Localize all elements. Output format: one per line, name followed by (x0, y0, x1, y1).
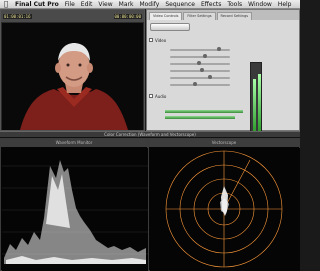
tab-video-controls[interactable]: Video Controls (149, 12, 183, 20)
waveform-monitor: Waveform Monitor (0, 138, 148, 271)
vectorscope-title: Vectorscope (149, 139, 299, 147)
waveform-title: Waveform Monitor (1, 139, 147, 147)
audio-level-2 (165, 116, 235, 119)
viewer-header: 01:00:01:16 00:00:00:00 (1, 10, 144, 22)
inspector-button[interactable] (150, 23, 190, 31)
menu-file[interactable]: File (62, 0, 78, 9)
audio-meter (250, 62, 262, 134)
audio-level-1 (165, 110, 243, 113)
scope-toolbar: Color Correction (Waveform and Vectorsco… (0, 131, 300, 138)
audio-checkbox[interactable] (149, 94, 153, 98)
viewer-window: 01:00:01:16 00:00:00:00 (0, 9, 145, 131)
menu-view[interactable]: View (95, 0, 115, 9)
menu-modify[interactable]: Modify (136, 0, 162, 9)
audio-section-label: Audio (155, 93, 167, 99)
audio-section: Audio (149, 93, 249, 99)
video-frame (2, 23, 143, 130)
tab-record-settings[interactable]: Record Settings (216, 12, 253, 20)
video-slider-1[interactable] (162, 47, 252, 52)
video-slider-5[interactable] (162, 75, 252, 80)
video-checkbox[interactable] (149, 38, 153, 42)
menu-sequence[interactable]: Sequence (162, 0, 198, 9)
menu-window[interactable]: Window (245, 0, 275, 9)
audio-meter-right (258, 74, 261, 131)
video-section: Video (149, 37, 249, 43)
video-slider-4[interactable] (162, 68, 252, 73)
apple-icon[interactable]:  (0, 0, 12, 8)
menu-bar:  Final Cut Pro File Edit View Mark Modi… (0, 0, 300, 9)
timecode-left[interactable]: 01:00:01:16 (3, 13, 32, 19)
inspector-tabs: Video Controls Filter Settings Record Se… (147, 10, 299, 20)
menu-tools[interactable]: Tools (224, 0, 245, 9)
tab-filter-settings[interactable]: Filter Settings (183, 12, 216, 20)
video-slider-6[interactable] (162, 82, 252, 87)
timecode-right[interactable]: 00:00:00:00 (113, 13, 142, 19)
video-image (2, 23, 143, 130)
menu-help[interactable]: Help (275, 0, 295, 9)
video-slider-3[interactable] (162, 61, 252, 66)
inspector-window: Video Controls Filter Settings Record Se… (146, 9, 300, 134)
audio-meter-left (253, 79, 256, 131)
waveform-graph (2, 148, 148, 271)
menu-mark[interactable]: Mark (116, 0, 137, 9)
video-slider-2[interactable] (162, 54, 252, 59)
menu-final-cut-pro[interactable]: Final Cut Pro (12, 0, 62, 9)
menu-edit[interactable]: Edit (78, 0, 96, 9)
vectorscope: Vectorscope (148, 138, 300, 271)
video-section-label: Video (155, 37, 167, 43)
vectorscope-graph (150, 148, 300, 271)
menu-effects[interactable]: Effects (198, 0, 224, 9)
